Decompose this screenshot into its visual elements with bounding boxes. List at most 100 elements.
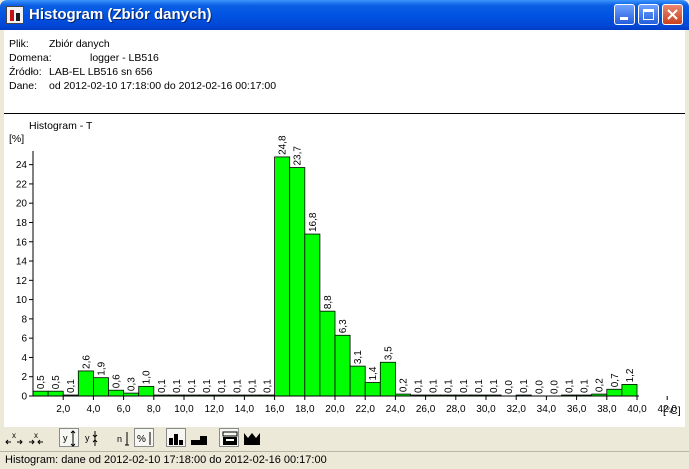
- bar-value-label: 0,7: [610, 373, 621, 387]
- x-tick-label: 4,0: [86, 404, 100, 415]
- x-tick-label: 40,0: [627, 404, 647, 415]
- x-tick-label: 26,0: [416, 404, 436, 415]
- bar-value-label: 6,3: [338, 319, 349, 333]
- bar-value-label: 0,1: [580, 379, 591, 393]
- histogram-bar: [379, 361, 396, 397]
- histogram-bar: [77, 370, 94, 397]
- bar-value-label: 1,9: [96, 361, 107, 375]
- x-tick-label: 10,0: [174, 404, 194, 415]
- bar-value-label: 0,1: [217, 379, 228, 393]
- histogram-bar: [304, 233, 321, 397]
- bar-value-label: 0,1: [202, 379, 213, 393]
- bar-value-label: 23,7: [293, 146, 304, 166]
- histogram-chart: Histogram - T [%] [°C] 0,5 0,5 0,12,6 1,90,…: [9, 120, 681, 417]
- bar-style-icon: [191, 436, 207, 445]
- info-label: Źródło:: [9, 66, 42, 78]
- bar-value-label: 0,1: [172, 379, 183, 393]
- svg-text:x: x: [34, 431, 38, 440]
- y-tick-label: 14: [16, 257, 28, 268]
- histogram-bar: [32, 390, 49, 397]
- chart-button[interactable]: [241, 428, 261, 447]
- info-label: Dane:: [9, 80, 38, 92]
- x-tick-label: 12,0: [204, 404, 224, 415]
- unzoom-x-button[interactable]: x: [25, 428, 45, 447]
- bar-value-label: 0,2: [595, 378, 606, 392]
- count-mode-button[interactable]: n: [113, 428, 133, 447]
- svg-text:x: x: [12, 431, 16, 440]
- print-button[interactable]: [219, 428, 239, 447]
- zoom-x-icon: x: [5, 431, 23, 445]
- status-bar: Histogram: dane od 2012-02-10 17:18:00 d…: [0, 451, 689, 469]
- bar-value-label: 8,8: [323, 295, 334, 309]
- y-axis-unit: [%]: [9, 133, 24, 145]
- bar-value-label: 0,2: [398, 378, 409, 392]
- x-tick-label: 28,0: [446, 404, 466, 415]
- zoom-x-button[interactable]: x: [3, 428, 23, 447]
- bar-value-label: 0,1: [187, 379, 198, 393]
- svg-text:n: n: [117, 434, 122, 444]
- bar-value-label: 0,1: [66, 379, 77, 393]
- info-value: Zbiór danych: [49, 38, 110, 50]
- bar-value-label: 0,1: [565, 379, 576, 393]
- x-tick-label: 14,0: [235, 404, 255, 415]
- close-icon: [667, 9, 678, 20]
- minimize-button[interactable]: [614, 4, 635, 25]
- y-tick-label: 4: [21, 353, 27, 364]
- bar-value-label: 24,8: [278, 135, 289, 155]
- x-tick-label: 34,0: [537, 404, 557, 415]
- bar-value-label: 1,2: [625, 368, 636, 382]
- histogram-bar: [334, 334, 351, 397]
- bar-value-label: 0,1: [247, 379, 258, 393]
- x-tick-label: 24,0: [386, 404, 406, 415]
- x-tick-label: 6,0: [117, 404, 131, 415]
- x-tick-label: 42,0: [657, 404, 677, 415]
- bar-value-label: 1,0: [142, 370, 153, 384]
- histogram-bar: [47, 390, 64, 397]
- bar-style-button[interactable]: [188, 428, 208, 447]
- bar-value-label: 0,0: [504, 380, 515, 394]
- print-icon: [222, 431, 238, 445]
- bar-value-label: 0,6: [112, 374, 123, 388]
- bar-value-label: 0,3: [127, 377, 138, 391]
- bar-value-label: 0,1: [489, 379, 500, 393]
- histogram-bar: [289, 167, 306, 397]
- bar-value-label: 0,5: [51, 375, 62, 389]
- bar-value-label: 0,1: [157, 379, 168, 393]
- app-icon: [6, 6, 24, 24]
- histogram-window: Histogram (Zbiór danych) Plik: Zbiór dan…: [0, 0, 689, 469]
- percent-mode-button[interactable]: %: [134, 428, 154, 447]
- title-bar[interactable]: Histogram (Zbiór danych): [0, 0, 689, 30]
- info-value: LAB-EL LB516 sn 656: [49, 66, 153, 78]
- maximize-icon: [643, 9, 654, 20]
- y-tick-label: 6: [21, 334, 27, 345]
- unzoom-y-button[interactable]: y: [81, 428, 101, 447]
- x-tick-label: 2,0: [56, 404, 70, 415]
- bar-value-label: 0,1: [429, 379, 440, 393]
- status-text: Histogram: dane od 2012-02-10 17:18:00 d…: [5, 454, 327, 466]
- chart-title: Histogram - T: [29, 120, 93, 132]
- histogram-bar: [319, 310, 336, 397]
- y-tick-label: 22: [16, 179, 28, 190]
- y-tick-label: 18: [16, 218, 28, 229]
- histogram-bar: [108, 389, 125, 397]
- y-tick-label: 16: [16, 237, 28, 248]
- bar-value-label: 1,4: [368, 366, 379, 380]
- bar-value-label: 3,5: [383, 346, 394, 360]
- y-tick-label: 10: [16, 295, 28, 306]
- unzoom-x-icon: x: [29, 431, 43, 445]
- histogram-bar: [349, 365, 366, 397]
- maximize-button[interactable]: [638, 4, 659, 25]
- histogram-toolbar: x x y y n %: [0, 427, 689, 451]
- bar-value-label: 0,1: [519, 379, 530, 393]
- x-tick-label: 32,0: [506, 404, 526, 415]
- bar-value-label: 0,1: [459, 379, 470, 393]
- histogram-bar: [621, 384, 638, 397]
- close-button[interactable]: [662, 4, 683, 25]
- y-tick-label: 2: [21, 372, 27, 383]
- bar-labels-button[interactable]: [166, 428, 186, 447]
- unzoom-y-icon: y: [85, 431, 98, 446]
- histogram-bar: [364, 382, 381, 397]
- histogram-panel: Plik: Zbiór danych Domena: logger - LB51…: [4, 30, 685, 427]
- zoom-y-button[interactable]: y: [59, 428, 79, 447]
- y-tick-label: 20: [16, 199, 28, 210]
